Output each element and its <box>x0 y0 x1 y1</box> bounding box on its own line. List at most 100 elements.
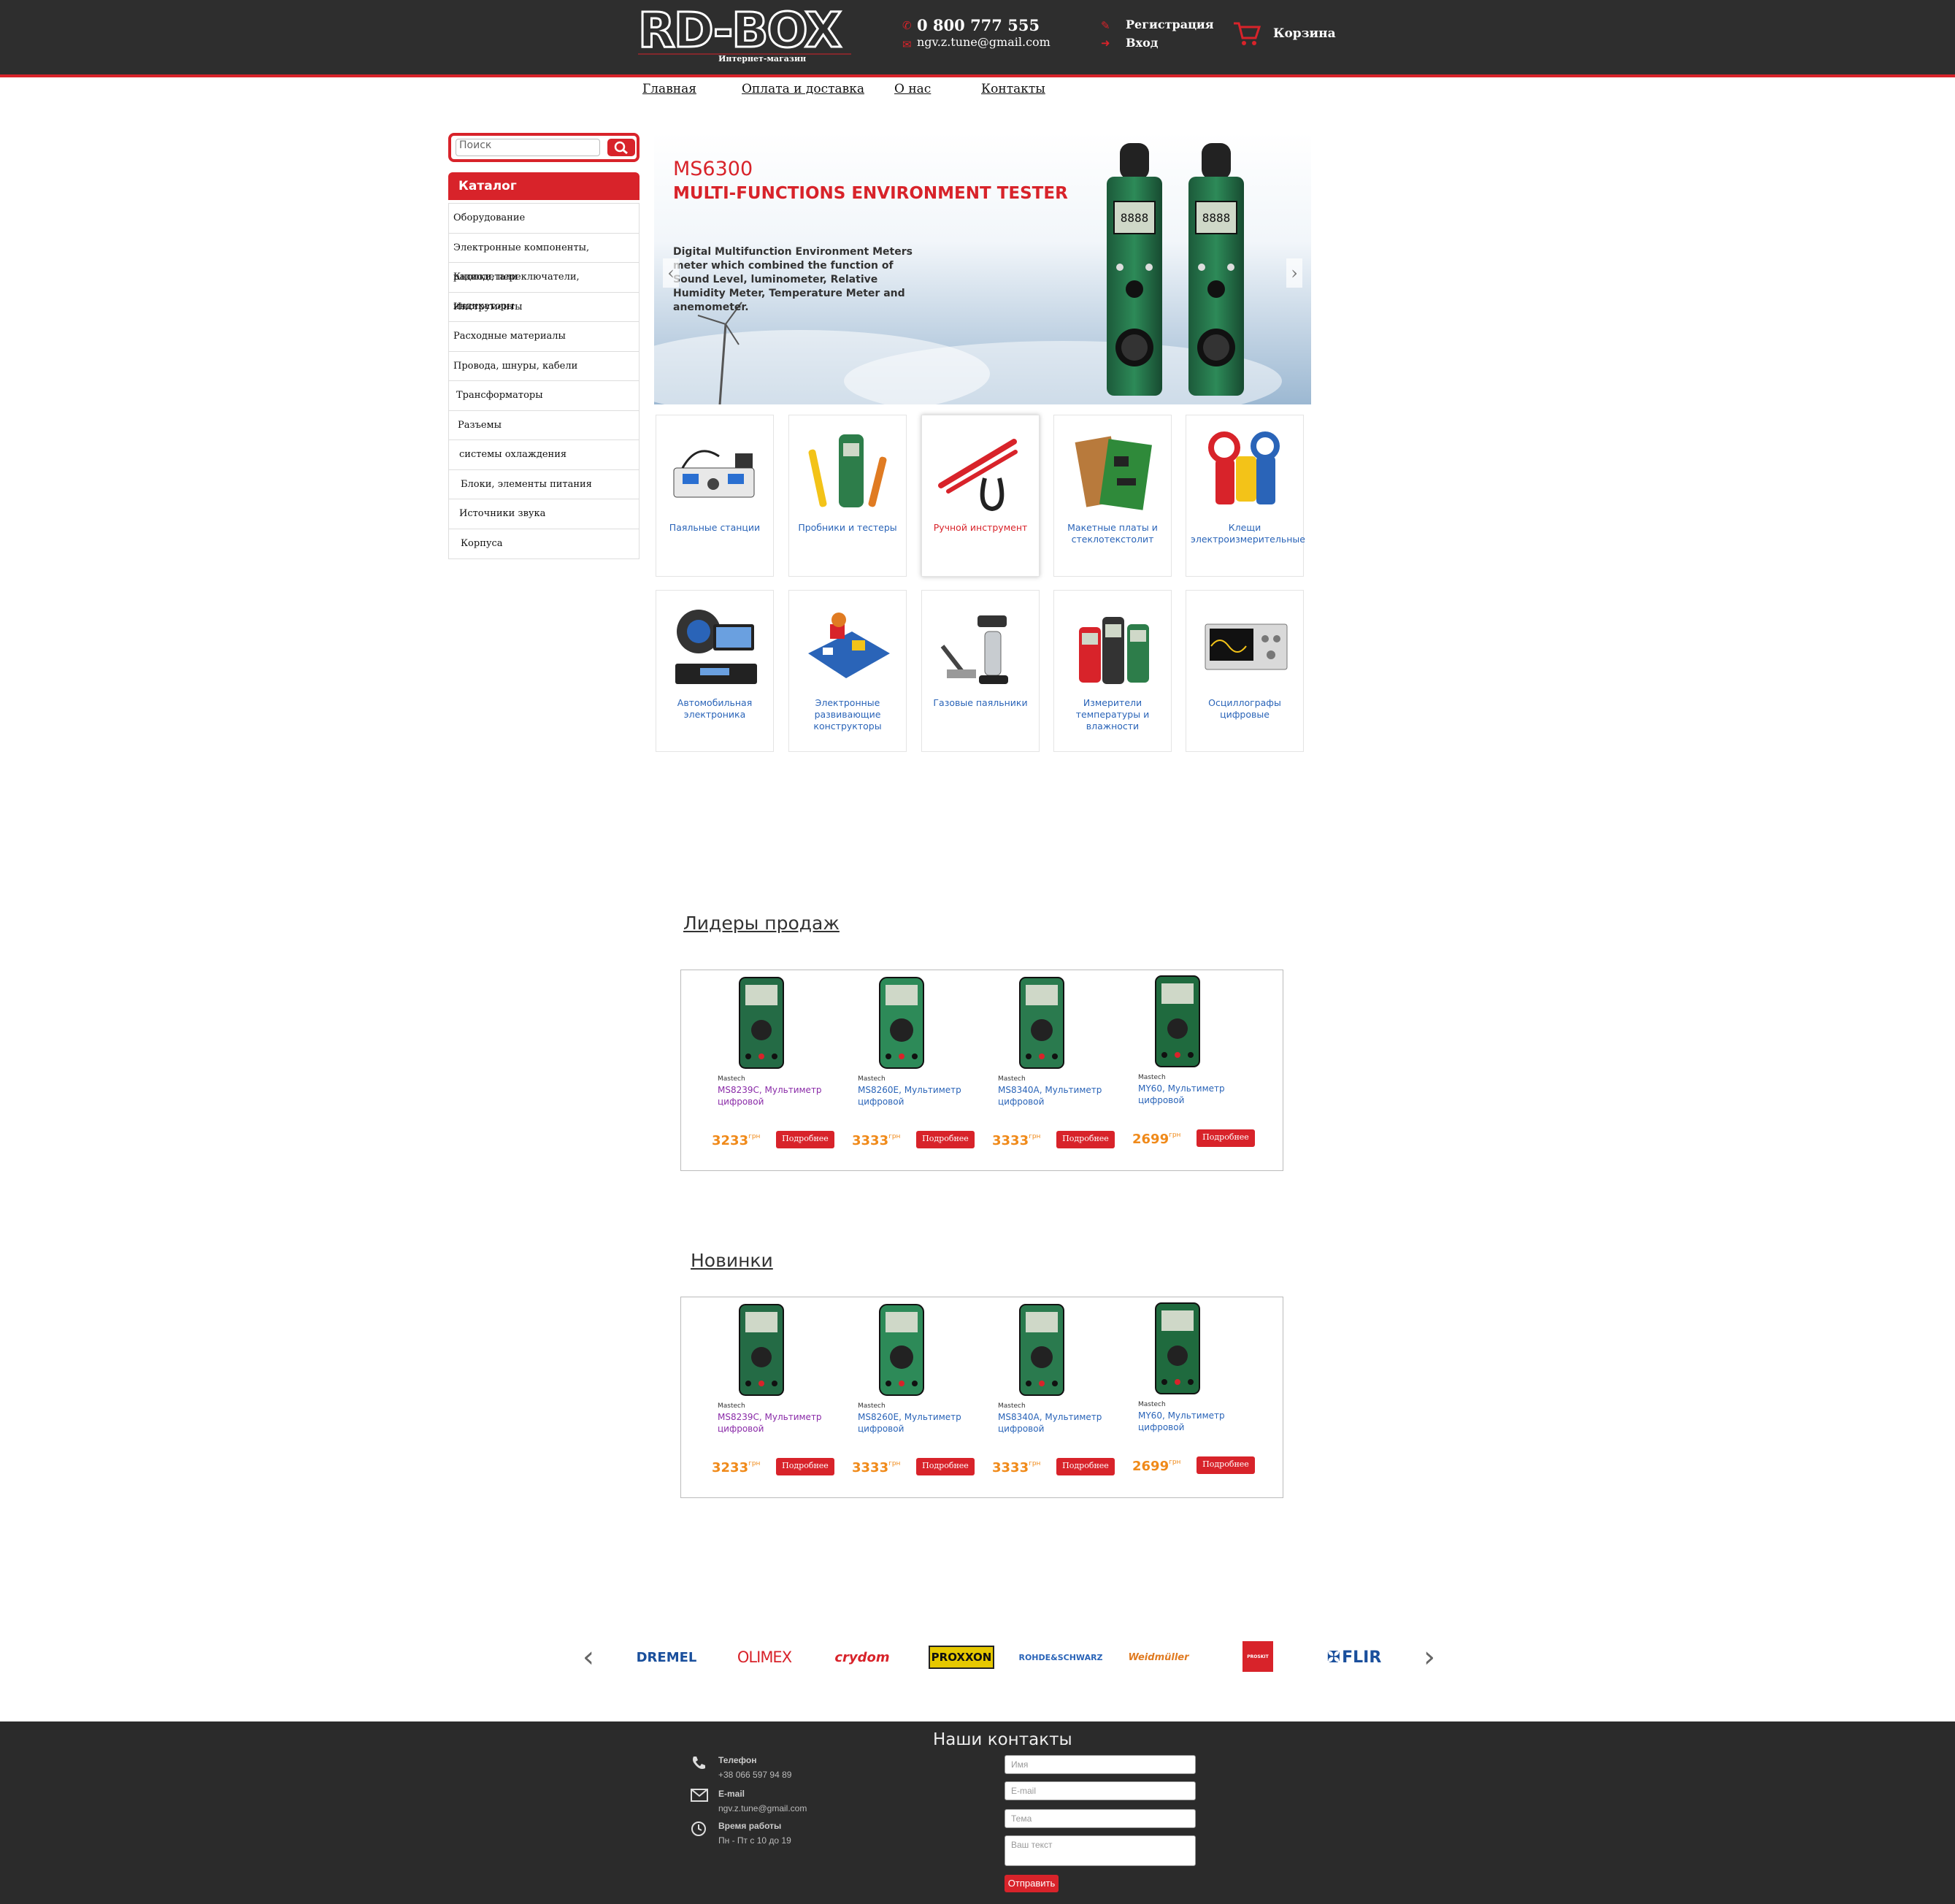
phone-icon <box>691 1755 707 1774</box>
bestsellers-carousel: Mastech MS8239C, Мультиметр цифровой 323… <box>680 970 1283 1171</box>
catalog-item[interactable]: Оборудование <box>449 204 639 234</box>
cart-icon[interactable] <box>1232 20 1261 50</box>
product-card[interactable]: Mastech MS8340A, Мультиметр цифровой 333… <box>992 976 1129 1166</box>
brand-logo-proskit[interactable]: PROSKIT <box>1242 1641 1273 1672</box>
brands-next-arrow[interactable]: › <box>1424 1643 1435 1672</box>
catalog-item[interactable]: Блоки, элементы питания <box>449 470 639 499</box>
search-icon <box>614 141 628 155</box>
product-card[interactable]: Mastech MS8239C, Мультиметр цифровой 323… <box>712 976 849 1166</box>
contact-subject-input[interactable]: Тема <box>1005 1809 1196 1828</box>
nav-payment-delivery[interactable]: Оплата и доставка <box>742 82 864 96</box>
product-name[interactable]: MY60, Мультиметр цифровой <box>1138 1410 1262 1433</box>
catalog-item[interactable]: Кнопки, переключатели, индикаторы <box>449 263 639 312</box>
nav-about[interactable]: О нас <box>894 82 931 96</box>
product-price: 2699грн <box>1132 1132 1181 1147</box>
product-card[interactable]: Mastech MY60, Мультиметр цифровой 2699гр… <box>1132 975 1270 1164</box>
promo-banner-slider[interactable]: 8888 8888 MS6300 MULTI-FUNCTIONS ENVIRON… <box>654 133 1311 404</box>
details-button[interactable]: Подробнее <box>1197 1129 1255 1147</box>
footer-title: Наши контакты <box>933 1730 1072 1749</box>
details-button[interactable]: Подробнее <box>776 1131 834 1148</box>
login-link[interactable]: Вход <box>1126 36 1158 50</box>
brands-prev-arrow[interactable]: ‹ <box>583 1643 594 1672</box>
product-name[interactable]: MS8239C, Мультиметр цифровой <box>718 1411 827 1435</box>
svg-text:8888: 8888 <box>1202 211 1231 225</box>
category-tile-testers[interactable]: Пробники и тестеры <box>788 415 907 577</box>
catalog-item[interactable]: Провода, шнуры, кабели <box>449 352 639 381</box>
catalog-item[interactable]: Корпуса <box>449 529 639 559</box>
catalog-item[interactable]: Инструменты <box>449 293 639 322</box>
contact-submit-button[interactable]: Отправить <box>1005 1875 1059 1892</box>
site-logo[interactable]: RD-BOX Интернет-магазин <box>632 1 863 67</box>
category-label: Осциллографы цифровые <box>1208 697 1281 720</box>
product-card[interactable]: Mastech MS8340A, Мультиметр цифровой 333… <box>992 1303 1129 1493</box>
category-tile-thermo-hygrometers[interactable]: Измерители температуры и влажности <box>1053 590 1172 752</box>
contact-name-input[interactable]: Имя <box>1005 1755 1196 1774</box>
flir-mark-icon: ✠ <box>1326 1648 1341 1667</box>
gas-soldering-image <box>940 615 1008 684</box>
catalog-item[interactable]: Расходные материалы <box>449 322 639 352</box>
flir-text: FLIR <box>1342 1648 1382 1667</box>
register-link[interactable]: Регистрация <box>1126 18 1214 31</box>
catalog-item[interactable]: Трансформаторы <box>449 381 639 411</box>
oscilloscope-image <box>1205 623 1288 670</box>
catalog-item[interactable]: системы охлаждения <box>449 440 639 470</box>
slider-next-arrow[interactable]: › <box>1286 258 1302 288</box>
footer-email-value[interactable]: ngv.z.tune@gmail.com <box>718 1803 807 1813</box>
product-name[interactable]: MS8260E, Мультиметр цифровой <box>858 1084 967 1108</box>
details-button[interactable]: Подробнее <box>1056 1131 1115 1148</box>
multimeter-image <box>1019 1304 1064 1396</box>
category-tile-clamp-meters[interactable]: Клещи электроизмерительные <box>1186 415 1305 577</box>
category-tile-electronic-kits[interactable]: Электронные развивающие конструкторы <box>788 590 907 752</box>
nav-home[interactable]: Главная <box>642 82 696 96</box>
multimeter-image <box>739 1304 784 1396</box>
category-tile-hand-tools[interactable]: Ручной инструмент <box>921 415 1040 577</box>
brand-logo-flir[interactable]: ✠ FLIR <box>1314 1635 1394 1679</box>
brand-logo-rohde-schwarz[interactable]: ROHDE&SCHWARZ <box>1018 1635 1102 1679</box>
product-card[interactable]: Mastech MS8260E, Мультиметр цифровой 333… <box>852 976 989 1166</box>
brand-logo-weidmuller[interactable]: Weidmüller <box>1118 1635 1199 1679</box>
product-card[interactable]: Mastech MY60, Мультиметр цифровой 2699гр… <box>1132 1302 1270 1492</box>
mail-icon: ✉ <box>902 38 912 51</box>
cart-link[interactable]: Корзина <box>1273 26 1336 41</box>
product-card[interactable]: Mastech MS8260E, Мультиметр цифровой 333… <box>852 1303 989 1493</box>
product-name[interactable]: MS8239C, Мультиметр цифровой <box>718 1084 827 1108</box>
brand-logo-olimex[interactable]: OLIMEX <box>724 1635 804 1679</box>
header-phone[interactable]: 0 800 777 555 <box>917 16 1040 34</box>
category-tile-soldering-stations[interactable]: Паяльные станции <box>656 415 774 577</box>
category-tile-gas-soldering[interactable]: Газовые паяльники <box>921 590 1040 752</box>
details-button[interactable]: Подробнее <box>1056 1458 1115 1475</box>
category-tile-car-electronics[interactable]: Автомобильная электроника <box>656 590 774 752</box>
contact-email-input[interactable]: E-mail <box>1005 1781 1196 1800</box>
bestsellers-title[interactable]: Лидеры продаж <box>683 913 840 934</box>
contact-message-textarea[interactable]: Ваш текст <box>1005 1835 1196 1866</box>
product-card[interactable]: Mastech MS8239C, Мультиметр цифровой 323… <box>712 1303 849 1493</box>
new-items-title[interactable]: Новинки <box>691 1250 773 1271</box>
brand-logo-proxxon[interactable]: PROXXON <box>929 1646 994 1669</box>
catalog-item[interactable]: Источники звука <box>449 499 639 529</box>
product-name[interactable]: MS8340A, Мультиметр цифровой <box>998 1411 1107 1435</box>
footer-phone-value[interactable]: +38 066 597 94 89 <box>718 1770 791 1780</box>
catalog-item[interactable]: Разъемы <box>449 411 639 440</box>
category-tile-oscilloscopes[interactable]: Осциллографы цифровые <box>1186 590 1304 752</box>
product-brand: Mastech <box>998 1075 1026 1083</box>
search-input[interactable]: Поиск <box>456 139 600 156</box>
product-name[interactable]: MS8260E, Мультиметр цифровой <box>858 1411 967 1435</box>
brand-logo-dremel[interactable]: DREMEL <box>626 1635 707 1679</box>
header-email[interactable]: ngv.z.tune@gmail.com <box>917 35 1051 49</box>
slider-prev-arrow[interactable]: ‹ <box>663 258 679 288</box>
product-name[interactable]: MS8340A, Мультиметр цифровой <box>998 1084 1107 1108</box>
details-button[interactable]: Подробнее <box>916 1131 975 1148</box>
catalog-item[interactable]: Электронные компоненты, радиодетали <box>449 234 639 283</box>
details-button[interactable]: Подробнее <box>916 1458 975 1475</box>
category-label: Измерители температуры и влажности <box>1075 697 1150 732</box>
product-name[interactable]: MY60, Мультиметр цифровой <box>1138 1083 1262 1106</box>
clock-icon <box>691 1821 707 1840</box>
multimeter-image <box>1155 975 1200 1067</box>
nav-contacts[interactable]: Контакты <box>981 82 1045 96</box>
details-button[interactable]: Подробнее <box>776 1458 834 1475</box>
category-tile-breadboards[interactable]: Макетные платы и стеклотекстолит <box>1053 415 1172 577</box>
multimeter-image <box>879 977 924 1069</box>
search-button[interactable] <box>607 139 635 156</box>
brand-logo-crydom[interactable]: crydom <box>822 1635 902 1679</box>
details-button[interactable]: Подробнее <box>1197 1456 1255 1474</box>
